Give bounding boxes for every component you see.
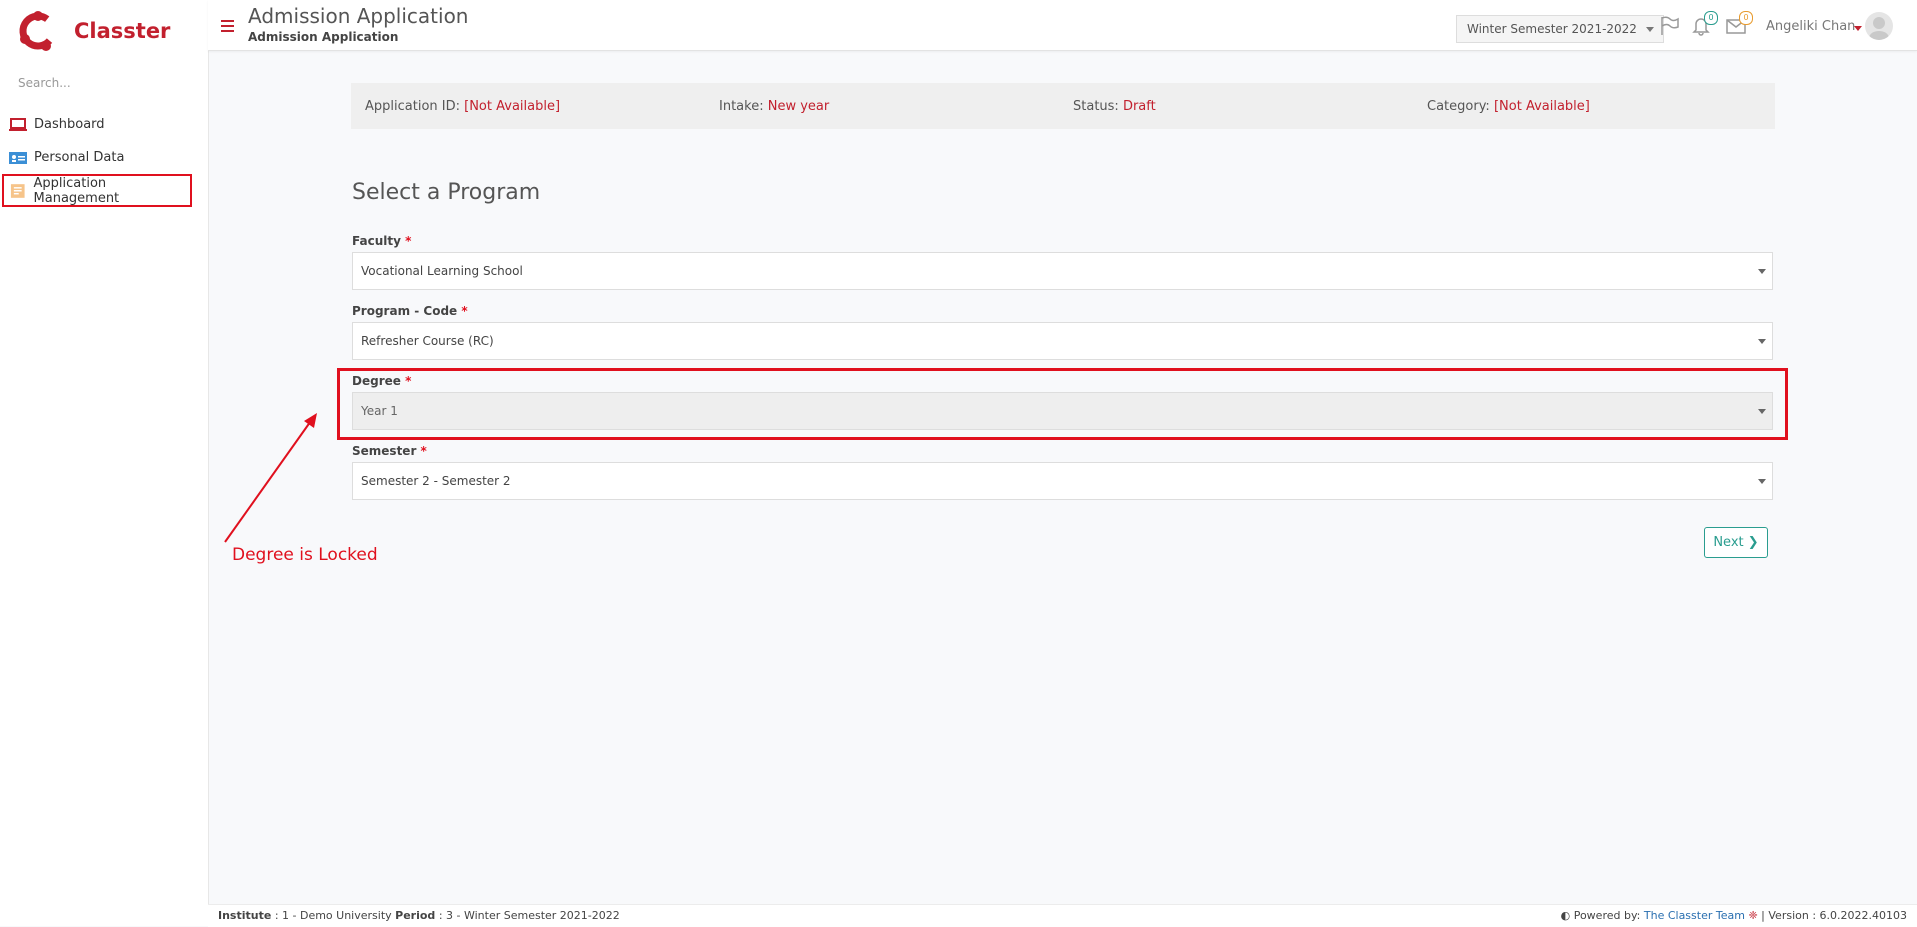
id-card-icon <box>9 151 27 164</box>
field-label-text: Semester <box>352 444 417 458</box>
sidebar-search-input[interactable]: Search... <box>18 76 71 90</box>
footer-value: : 3 - Winter Semester 2021-2022 <box>438 909 620 922</box>
classter-mark-icon: ◐ <box>1560 909 1571 922</box>
footer: Institute : 1 - Demo University Period :… <box>208 904 1917 927</box>
breadcrumb: Admission Application <box>248 30 399 44</box>
classter-small-logo-icon: ❈ <box>1748 909 1758 922</box>
sidebar-item-application-management[interactable]: Application Management <box>2 174 192 207</box>
faculty-label: Faculty * <box>352 234 411 248</box>
footer-value: : 1 - Demo University <box>274 909 392 922</box>
application-id: Application ID: [Not Available] <box>351 99 705 114</box>
info-value: [Not Available] <box>464 98 561 114</box>
sidebar-menu: Dashboard Personal Data Application Mana… <box>0 108 208 207</box>
semester-select-value: Semester 2 - Semester 2 <box>361 474 511 488</box>
program-code-select[interactable]: Refresher Course (RC) <box>352 322 1773 360</box>
footer-label: Period <box>395 909 436 922</box>
degree-select-value: Year 1 <box>361 404 398 418</box>
degree-select: Year 1 <box>352 392 1773 430</box>
chevron-down-icon <box>1758 479 1766 484</box>
degree-label: Degree * <box>352 374 411 388</box>
semester-select[interactable]: Semester 2 - Semester 2 <box>352 462 1773 500</box>
info-label: Application ID: <box>365 98 460 114</box>
document-icon <box>10 183 25 198</box>
footer-institute-info: Institute : 1 - Demo University Period :… <box>218 909 620 922</box>
next-button-label: Next <box>1713 535 1744 550</box>
section-title: Select a Program <box>352 180 541 205</box>
sidebar-item-label: Personal Data <box>34 150 125 165</box>
brand-logo[interactable]: Classter <box>16 8 206 54</box>
required-marker: * <box>461 304 468 318</box>
semester-label: Semester * <box>352 444 427 458</box>
category: Category: [Not Available] <box>1413 99 1767 114</box>
info-label: Category: <box>1427 98 1490 114</box>
field-label-text: Faculty <box>352 234 401 248</box>
classter-team-link[interactable]: The Classter Team <box>1644 909 1745 922</box>
sidebar-item-dashboard[interactable]: Dashboard <box>0 108 208 141</box>
chevron-right-icon: ❯ <box>1747 535 1759 550</box>
laptop-icon <box>9 117 27 131</box>
sidebar-item-label: Dashboard <box>34 117 105 132</box>
version-text: | Version : 6.0.2022.40103 <box>1761 909 1907 922</box>
footer-label: Powered by: <box>1573 909 1641 922</box>
avatar[interactable] <box>1865 12 1893 40</box>
program-code-select-value: Refresher Course (RC) <box>361 334 494 348</box>
status: Status: Draft <box>1059 99 1413 114</box>
info-value: New year <box>767 98 830 114</box>
next-button[interactable]: Next ❯ <box>1704 527 1768 558</box>
page-title: Admission Application <box>248 4 469 28</box>
field-label-text: Degree <box>352 374 401 388</box>
faculty-select-value: Vocational Learning School <box>361 264 523 278</box>
intake: Intake: New year <box>705 99 1059 114</box>
notifications-button[interactable]: 0 <box>1690 11 1718 37</box>
application-info-bar: Application ID: [Not Available] Intake: … <box>351 83 1775 129</box>
user-menu[interactable]: Angeliki Chan <box>1766 19 1855 34</box>
chevron-down-icon <box>1758 269 1766 274</box>
sidebar-item-personal-data[interactable]: Personal Data <box>0 141 208 174</box>
required-marker: * <box>405 374 412 388</box>
info-label: Status: <box>1073 98 1119 114</box>
annotation-arrow-icon <box>224 413 317 543</box>
semester-selector[interactable]: Winter Semester 2021-2022 <box>1456 15 1664 43</box>
notifications-badge: 0 <box>1704 11 1718 25</box>
status-badge: Draft <box>1122 98 1156 114</box>
chevron-down-icon <box>1645 27 1654 32</box>
footer-label: Institute <box>218 909 272 922</box>
chevron-down-icon <box>1758 409 1766 414</box>
semester-selector-value: Winter Semester 2021-2022 <box>1467 22 1637 36</box>
required-marker: * <box>405 234 412 248</box>
flag-icon[interactable] <box>1658 15 1680 37</box>
program-code-label: Program - Code * <box>352 304 468 318</box>
sidebar-item-label: Application Management <box>33 175 120 206</box>
chevron-down-icon[interactable] <box>1854 26 1862 31</box>
field-label-text: Program - Code <box>352 304 458 318</box>
user-avatar-icon <box>1869 17 1889 40</box>
messages-badge: 0 <box>1739 11 1753 25</box>
sidebar: Classter Search... Dashboard Personal Da… <box>0 0 209 926</box>
required-marker: * <box>420 444 427 458</box>
classter-logo-icon <box>19 11 57 51</box>
messages-button[interactable]: 0 <box>1725 11 1753 37</box>
info-label: Intake: <box>719 98 764 114</box>
footer-credits: ◐ Powered by: The Classter Team ❈ | Vers… <box>1561 909 1907 922</box>
brand-name: Classter <box>74 19 171 43</box>
faculty-select[interactable]: Vocational Learning School <box>352 252 1773 290</box>
annotation-text: Degree is Locked <box>232 545 378 565</box>
hamburger-menu-icon[interactable] <box>221 20 234 35</box>
chevron-down-icon <box>1758 339 1766 344</box>
info-value: [Not Available] <box>1493 98 1590 114</box>
top-header: Admission Application Admission Applicat… <box>208 0 1917 51</box>
